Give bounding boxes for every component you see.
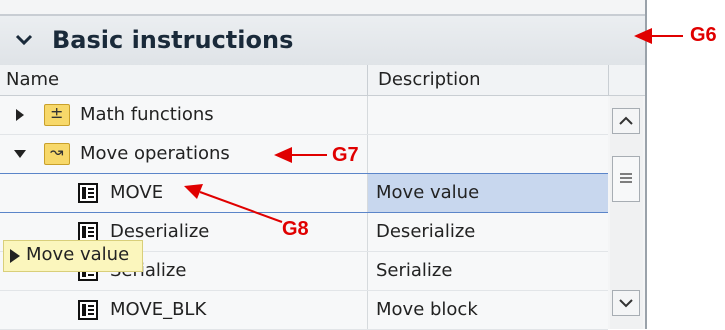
section-title: Basic instructions bbox=[52, 26, 294, 54]
callout-g7: G7 bbox=[332, 144, 359, 166]
row-description: Move value bbox=[376, 182, 480, 203]
instructions-panel: Basic instructions Name Description ± Ma… bbox=[0, 0, 647, 330]
tooltip-text: Move value bbox=[26, 244, 130, 265]
row-description: Serialize bbox=[376, 260, 453, 281]
tree-row-move[interactable]: MOVE Move value bbox=[0, 173, 608, 213]
column-divider[interactable] bbox=[367, 65, 368, 95]
column-name-header[interactable]: Name bbox=[6, 69, 59, 90]
instruction-block-icon bbox=[78, 183, 98, 203]
row-name: Math functions bbox=[80, 104, 214, 125]
tree-row-move-blk[interactable]: MOVE_BLK Move block bbox=[0, 291, 608, 330]
callout-g8: G8 bbox=[282, 218, 309, 240]
instruction-block-icon bbox=[78, 222, 98, 242]
row-name: MOVE bbox=[110, 182, 164, 203]
chevron-down-icon[interactable] bbox=[14, 30, 34, 50]
scroll-up-button[interactable] bbox=[612, 108, 640, 134]
grip-icon bbox=[620, 173, 632, 183]
chevron-up-icon bbox=[619, 116, 633, 125]
folder-open-icon: ↝ bbox=[44, 142, 70, 165]
scroll-thumb[interactable] bbox=[612, 156, 640, 202]
row-name: Deserialize bbox=[110, 221, 210, 242]
folder-icon: ± bbox=[44, 103, 70, 126]
row-description: Deserialize bbox=[376, 221, 476, 242]
column-divider bbox=[608, 65, 609, 95]
row-name: Move operations bbox=[80, 143, 230, 164]
row-description: Move block bbox=[376, 299, 478, 320]
instruction-block-icon bbox=[78, 300, 98, 320]
scroll-down-button[interactable] bbox=[612, 290, 640, 316]
expand-arrow-icon[interactable] bbox=[16, 109, 24, 121]
tree-row-math-functions[interactable]: ± Math functions bbox=[0, 96, 608, 135]
chevron-down-icon bbox=[619, 299, 633, 308]
tooltip: Move value bbox=[3, 240, 143, 272]
callout-g6: G6 bbox=[690, 24, 717, 46]
column-description-header[interactable]: Description bbox=[378, 69, 481, 90]
vertical-scrollbar[interactable] bbox=[610, 96, 643, 329]
tree-row-move-operations[interactable]: ↝ Move operations bbox=[0, 135, 608, 174]
collapse-arrow-icon[interactable] bbox=[14, 150, 26, 158]
column-header: Name Description bbox=[0, 65, 645, 96]
play-icon bbox=[10, 249, 20, 263]
basic-instructions-header[interactable]: Basic instructions bbox=[0, 14, 645, 67]
row-name: MOVE_BLK bbox=[110, 299, 207, 320]
